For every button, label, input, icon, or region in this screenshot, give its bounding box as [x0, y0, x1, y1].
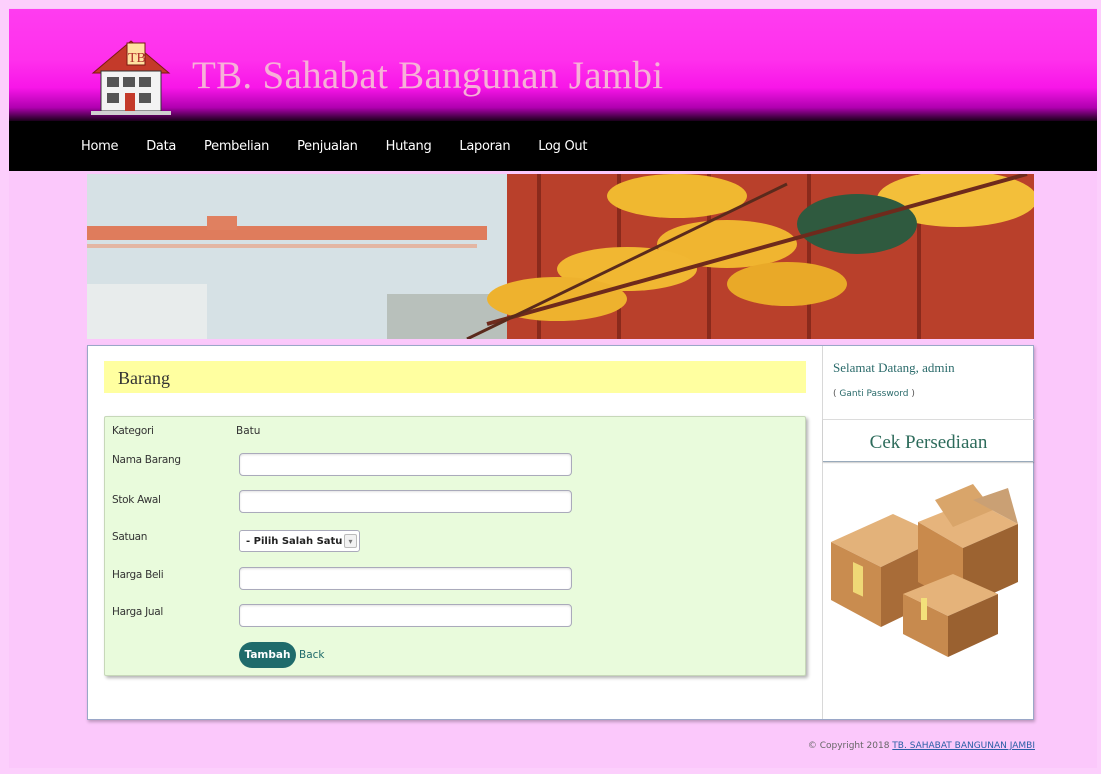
barang-form: Kategori Batu Nama Barang Stok Awal Satu…: [104, 416, 806, 676]
welcome-text: Selamat Datang, admin: [833, 360, 955, 375]
kategori-label: Kategori: [112, 425, 154, 437]
satuan-select[interactable]: - Pilih Salah Satu - ▾: [239, 530, 360, 552]
harga-jual-input[interactable]: [239, 604, 572, 627]
harga-beli-input[interactable]: [239, 567, 572, 590]
ganti-close: ): [908, 389, 915, 399]
nav-pembelian[interactable]: Pembelian: [204, 139, 269, 154]
nav-hutang[interactable]: Hutang: [386, 139, 432, 154]
nav-penjualan[interactable]: Penjualan: [297, 139, 358, 154]
satuan-label: Satuan: [112, 531, 148, 543]
logo-text: TB: [128, 51, 146, 66]
stok-awal-input[interactable]: [239, 490, 572, 513]
main-nav: Home Data Pembelian Penjualan Hutang Lap…: [9, 121, 1097, 171]
stok-awal-label: Stok Awal: [112, 494, 161, 506]
nav-laporan[interactable]: Laporan: [459, 139, 510, 154]
sidebar: Selamat Datang, admin ( Ganti Password )…: [822, 346, 1034, 719]
ganti-password-wrapper: ( Ganti Password ): [833, 389, 915, 399]
nav-logout[interactable]: Log Out: [538, 139, 587, 154]
footer: © Copyright 2018 TB. SAHABAT BANGUNAN JA…: [808, 741, 1035, 751]
nama-barang-input[interactable]: [239, 453, 572, 476]
harga-beli-label: Harga Beli: [112, 569, 164, 581]
header-banner-image: [87, 174, 1034, 339]
chevron-down-icon: ▾: [344, 534, 357, 548]
cek-persediaan-title: Cek Persediaan: [823, 419, 1034, 462]
nav-home[interactable]: Home: [81, 139, 119, 154]
boxes-icon[interactable]: [823, 482, 1028, 662]
store-logo-icon: TB: [87, 35, 175, 119]
section-title: Barang: [104, 361, 806, 393]
kategori-value: Batu: [236, 425, 261, 437]
copyright-text: © Copyright 2018: [807, 741, 893, 751]
content-panel: Barang Kategori Batu Nama Barang Stok Aw…: [87, 345, 1034, 720]
nama-barang-label: Nama Barang: [112, 454, 181, 466]
tambah-button[interactable]: Tambah: [239, 642, 296, 668]
footer-site-link[interactable]: TB. SAHABAT BANGUNAN JAMBI: [892, 741, 1035, 751]
site-title: TB. Sahabat Bangunan Jambi: [192, 54, 664, 97]
harga-jual-label: Harga Jual: [112, 606, 164, 618]
ganti-password-link[interactable]: Ganti Password: [839, 389, 908, 399]
back-link[interactable]: Back: [299, 649, 325, 661]
satuan-selected-value: - Pilih Salah Satu -: [246, 535, 351, 547]
site-header: TB TB. Sahabat Bangunan Jambi: [9, 9, 1097, 121]
nav-data[interactable]: Data: [146, 139, 176, 154]
